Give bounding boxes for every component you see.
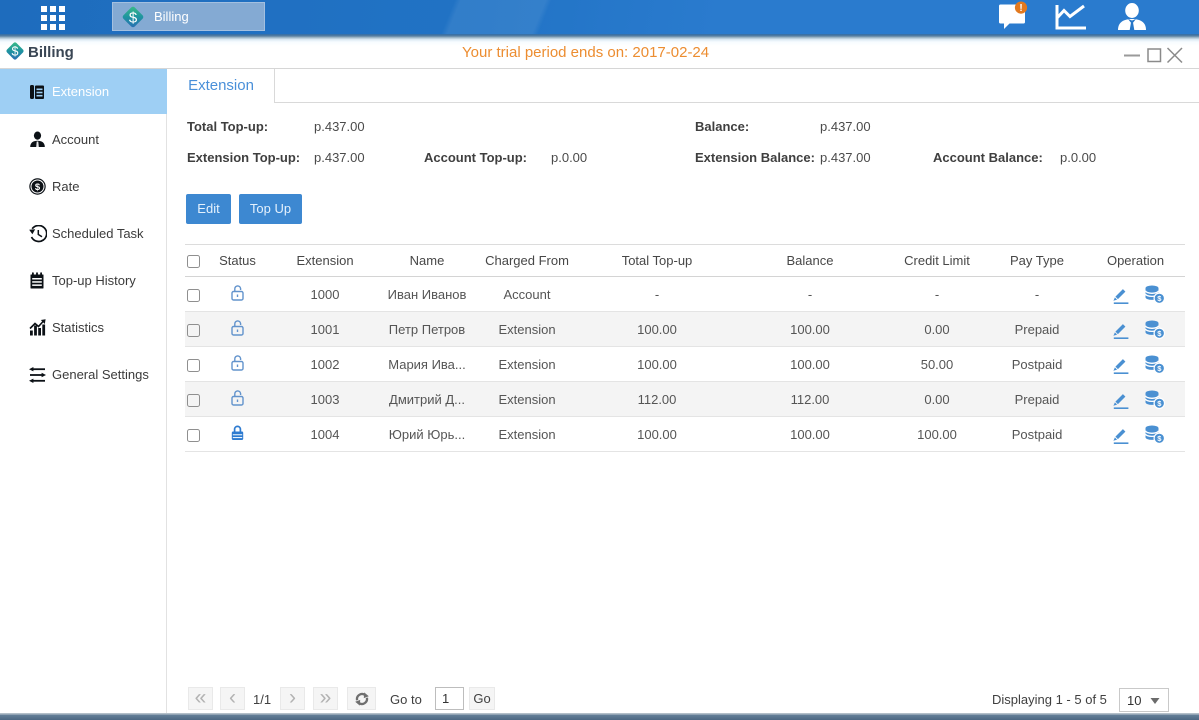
svg-text:$: $ bbox=[12, 45, 19, 59]
svg-text:$: $ bbox=[129, 9, 138, 26]
svg-text:$: $ bbox=[35, 182, 41, 193]
svg-text:!: ! bbox=[1019, 3, 1022, 14]
